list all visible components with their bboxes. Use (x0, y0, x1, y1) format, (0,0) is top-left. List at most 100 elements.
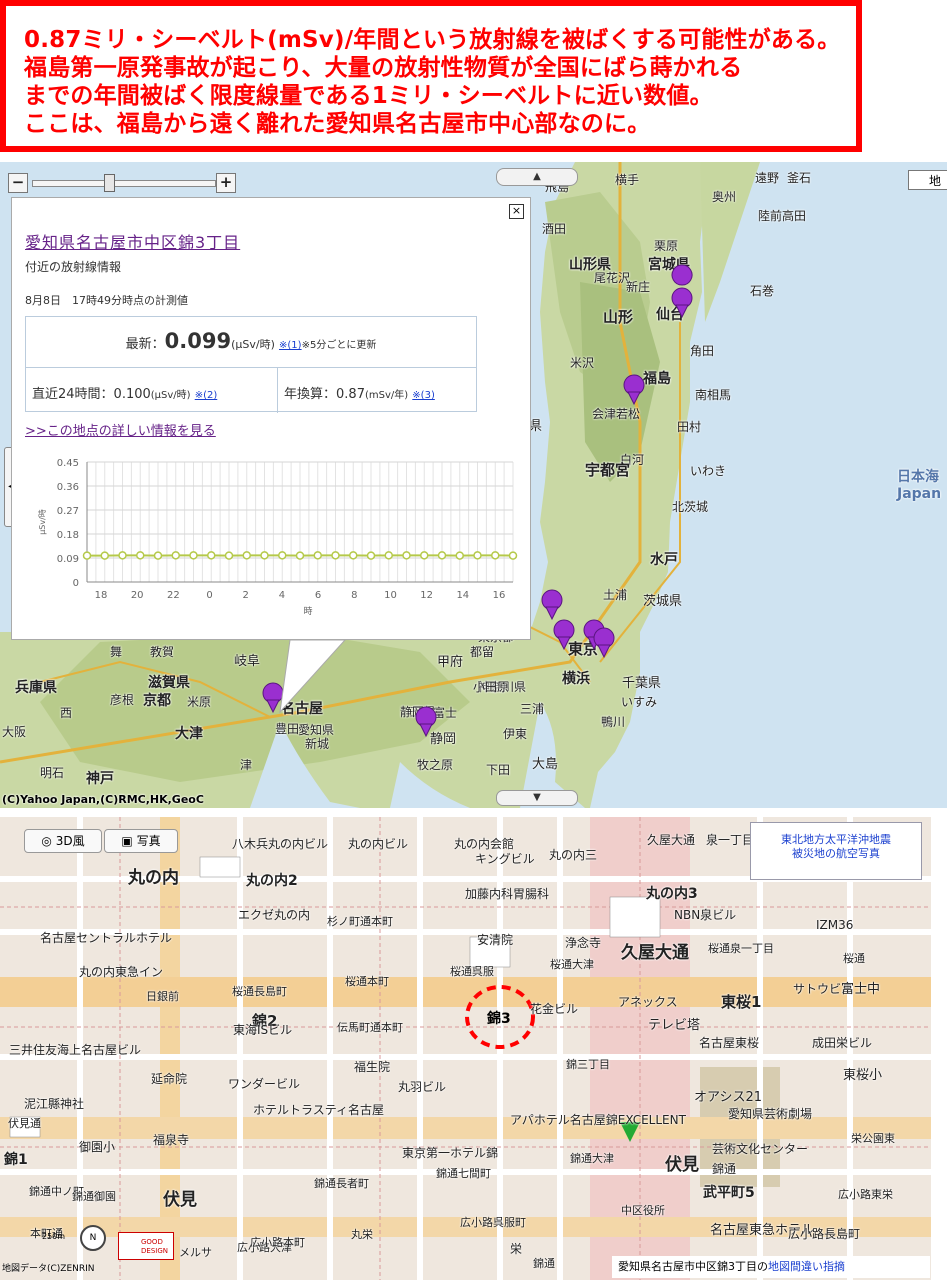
y-tick-label: 0.09 (57, 554, 79, 565)
street-label: アパホテル名古屋錦EXCELLENT (510, 1113, 686, 1127)
street-label: 東桜1 (721, 993, 762, 1011)
data-point (349, 551, 358, 560)
compass-icon: N (80, 1225, 106, 1251)
y-tick-label: 0.18 (57, 530, 79, 541)
data-point (437, 551, 447, 560)
3d-view-button[interactable]: ◎ 3D風 (24, 829, 102, 853)
street-label: 錦通 (712, 1162, 737, 1176)
x-tick-label: 20 (131, 590, 144, 601)
street-label: ホテルトラスティ名古屋 (253, 1103, 385, 1117)
data-point (118, 551, 127, 560)
street-label: 東海ISビル (233, 1023, 293, 1037)
street-label: 名古屋東桜 (699, 1036, 760, 1050)
data-point (207, 551, 216, 560)
street-label: 伏見通 (8, 1117, 41, 1130)
street-label: キングビル (475, 852, 535, 866)
street-label: 東桜小 (843, 1068, 883, 1083)
x-tick-label: 10 (384, 590, 397, 601)
street-label: 錦通長者町 (314, 1177, 369, 1190)
x-tick-label: 22 (167, 590, 180, 601)
measurement-table: 最新：0.099(μSv/時) ※(1)※5分ごとに更新 直近24時間：0.10… (25, 316, 477, 413)
good-design-logo: GOOD DESIGN (118, 1232, 174, 1260)
scale-label: 250m (42, 1232, 66, 1241)
street-label: 武平町5 (703, 1185, 755, 1201)
street-label: 日銀前 (146, 990, 179, 1003)
y-tick-label: 0.45 (57, 458, 79, 469)
street-label: 広小路長島町 (788, 1227, 861, 1241)
data-point (455, 551, 464, 560)
street-label: 伏見 (163, 1190, 197, 1210)
street-label: 加藤内科胃腸科 (465, 887, 550, 901)
data-point (366, 551, 376, 560)
3d-icon: ◎ (41, 834, 56, 848)
latest-value: 0.099 (164, 329, 232, 353)
street-label: 丸羽ビル (398, 1080, 447, 1094)
street-label: 名古屋セントラルホテル (40, 931, 173, 945)
street-label: 久屋大通 (621, 943, 689, 963)
street-label: 桜通 (843, 952, 865, 965)
zenrin-copyright: 地図データ(C)ZENRIN (2, 1264, 95, 1274)
street-label: NBN泉ビル (674, 908, 737, 922)
report-error-link[interactable]: 地図間違い指摘 (768, 1260, 845, 1273)
street-label: 桜通長島町 (232, 985, 287, 998)
avg-label: 直近24時間： (32, 387, 114, 402)
y-tick-label: 0.36 (57, 482, 79, 493)
latest-note2: ※5分ごとに更新 (301, 340, 377, 351)
x-axis-label: 時 (303, 606, 312, 617)
avg-value: 0.100 (113, 387, 151, 402)
3d-label: 3D風 (55, 834, 85, 848)
street-label: 福生院 (354, 1060, 391, 1074)
annual-note-link[interactable]: ※(3) (412, 390, 435, 401)
street-label: アネックス (618, 995, 678, 1009)
street-label: 桜通大津 (550, 958, 594, 971)
details-link[interactable]: >>この地点の詳しい情報を見る (25, 420, 216, 439)
y-tick-label: 0.27 (57, 506, 79, 517)
avg-24h: 直近24時間：0.100(μSv/時) ※(2) (32, 383, 217, 402)
street-label: 富士中 (841, 982, 881, 997)
street-label: 伝馬町通本町 (337, 1021, 403, 1034)
street-label: 御園小 (79, 1140, 116, 1154)
latest-unit: (μSv/時) (231, 338, 275, 351)
location-title-link[interactable]: 愛知県名古屋市中区錦3丁目 (25, 229, 240, 253)
x-tick-label: 6 (315, 590, 321, 601)
avg-note-link[interactable]: ※(2) (195, 390, 218, 401)
data-point (189, 551, 198, 560)
street-label: オアシス21 (694, 1090, 763, 1105)
close-icon[interactable]: × (509, 204, 524, 219)
latest-reading: 最新：0.099(μSv/時) ※(1)※5分ごとに更新 (26, 329, 476, 353)
radiation-line-chart: 0.45 0.36 0.27 0.18 0.09 0 18 20 22 0 2 4 6 8 10 12 14 16… (38, 458, 518, 617)
x-tick-label: 18 (95, 590, 108, 601)
data-point (136, 551, 145, 560)
street-label: メルサ (179, 1246, 212, 1259)
street-label: テレビ塔 (648, 1018, 701, 1033)
street-label: 広小路呉服町 (460, 1216, 526, 1229)
camera-icon: ▣ (121, 834, 137, 848)
latest-label: 最新： (125, 337, 165, 352)
street-label: 三井住友海上名古屋ビル (9, 1043, 142, 1057)
street-label: 栄公園東 (851, 1132, 895, 1145)
street-label: 浄念寺 (565, 936, 602, 950)
aerial-photo-link[interactable]: 東北地方太平洋沖地震 被災地の航空写真 (750, 822, 922, 880)
street-label: 錦通七間町 (436, 1167, 491, 1180)
data-point (82, 551, 92, 560)
street-label: エクゼ丸の内 (238, 908, 311, 922)
street-label: IZM36 (816, 918, 854, 932)
street-label: 丸栄 (351, 1228, 373, 1241)
street-label: 桜通呉服 (450, 965, 494, 978)
radiation-info-popup: × 愛知県名古屋市中区錦3丁目 付近の放射線情報 8月8日 17時49分時点の計… (11, 197, 531, 640)
street-label: 伏見 (665, 1155, 699, 1175)
street-label: 錦三丁目 (566, 1058, 610, 1071)
data-point (260, 551, 269, 560)
street-label: 愛知県芸術劇場 (728, 1107, 813, 1121)
street-label: 八木兵丸の内ビル (232, 837, 329, 851)
aerial-line-1: 東北地方太平洋沖地震 (781, 833, 891, 846)
data-point (384, 551, 393, 560)
street-label: 丸の内三 (549, 848, 598, 862)
x-tick-label: 0 (206, 590, 212, 601)
latest-note-link[interactable]: ※(1) (279, 340, 302, 351)
photo-button[interactable]: ▣ 写真 (104, 829, 178, 853)
street-label: 広小路本町 (250, 1236, 305, 1249)
street-label: ワンダービル (228, 1077, 301, 1091)
street-label: 杉ノ町通本町 (327, 915, 393, 928)
street-label: 栄 (510, 1242, 523, 1256)
